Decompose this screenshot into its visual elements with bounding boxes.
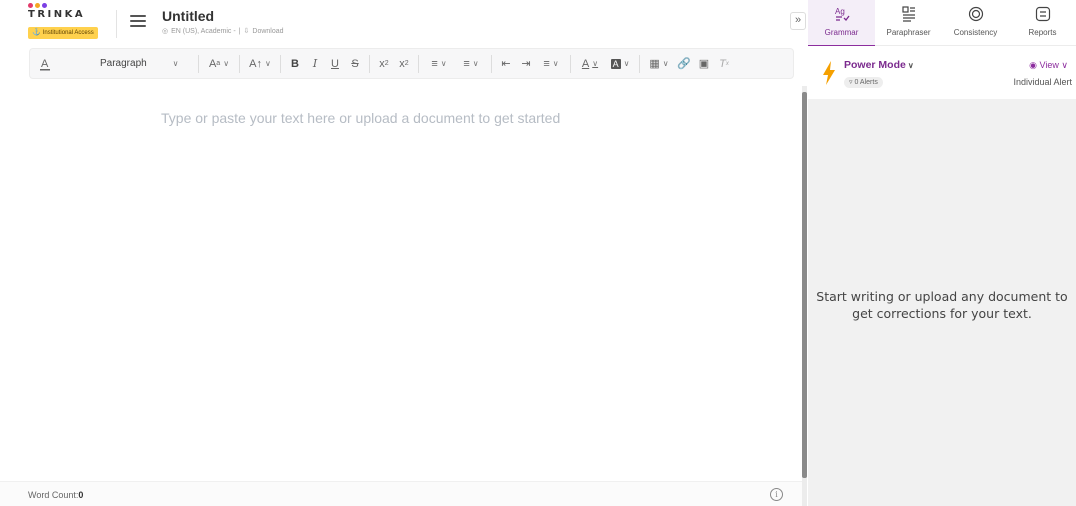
numbered-list-icon[interactable]: ≡ ∨ [455, 54, 487, 74]
right-panel: Ag Grammar Paraphraser Consistency Repor… [808, 0, 1076, 506]
view-chevron-down-icon: ∨ [1061, 60, 1068, 70]
document-meta: ◎ EN (US), Academic - | ⇩ Download [162, 27, 284, 36]
alerts-count: 0 Alerts [854, 79, 878, 86]
reports-icon [1035, 6, 1050, 22]
tab-reports-label: Reports [1028, 28, 1057, 37]
document-title[interactable]: Untitled [162, 8, 214, 24]
editor-scrollbar-thumb[interactable] [802, 92, 807, 478]
institutional-access-badge: ⚓ Institutional Access [28, 27, 98, 39]
meta-separator: | [238, 27, 241, 35]
consistency-icon [968, 6, 983, 22]
tab-consistency-label: Consistency [953, 28, 998, 37]
language-style-selector[interactable]: EN (US), Academic - [171, 28, 236, 35]
institutional-access-label: Institutional Access [42, 30, 94, 36]
svg-text:Ag: Ag [835, 7, 845, 16]
download-icon: ⇩ [243, 28, 250, 35]
logo-dots [28, 3, 108, 8]
tab-reports[interactable]: Reports [1009, 0, 1076, 46]
strikethrough-icon[interactable]: S [345, 54, 365, 74]
individual-alert-label: Individual Alert [1013, 77, 1072, 87]
chevron-down-icon: ∨ [907, 61, 914, 70]
alerts-filter-badge[interactable]: ▿ 0 Alerts [844, 77, 883, 88]
subscript-icon[interactable]: x2 [374, 54, 394, 74]
mode-bar: Power Mode ∨ ▿ 0 Alerts ◉ View ∨ Individu… [808, 46, 1076, 99]
tab-consistency[interactable]: Consistency [942, 0, 1009, 46]
text-color-icon[interactable]: A ∨ [575, 54, 605, 74]
link-icon[interactable]: 🔗 [674, 54, 694, 74]
filter-icon: ▿ [849, 79, 853, 86]
hamburger-menu-icon[interactable] [130, 15, 146, 27]
superscript-icon[interactable]: x2 [394, 54, 414, 74]
text-style-icon[interactable]: Aa ∨ [203, 54, 235, 74]
eye-icon: ◉ [1029, 60, 1038, 70]
tab-paraphraser-label: Paraphraser [886, 28, 931, 37]
word-count-label: Word Count: [28, 490, 79, 500]
bold-icon[interactable]: B [285, 54, 305, 74]
trinka-app: TRINKA ⚓ Institutional Access Untitled ◎… [0, 0, 1076, 506]
editor-placeholder: Type or paste your text here or upload a… [161, 110, 561, 126]
info-icon[interactable]: i [770, 488, 783, 501]
align-icon[interactable]: ≡ ∨ [536, 54, 566, 74]
paragraph-chevron-down-icon[interactable]: ∨ [154, 54, 194, 74]
power-mode-label: Power Mode [844, 59, 906, 71]
paraphraser-icon [901, 6, 915, 22]
editor-area[interactable]: Type or paste your text here or upload a… [0, 86, 802, 481]
font-size-icon[interactable]: A↑ ∨ [244, 54, 276, 74]
grammar-icon: Ag [835, 7, 850, 21]
view-label: View [1039, 60, 1059, 70]
download-link[interactable]: Download [252, 28, 283, 35]
editor-header: TRINKA ⚓ Institutional Access Untitled ◎… [0, 0, 810, 46]
font-color-icon[interactable]: A [30, 54, 60, 74]
table-icon[interactable]: ▦ ∨ [644, 54, 674, 74]
increase-indent-icon[interactable]: ⇥ [516, 54, 536, 74]
trinka-logo[interactable]: TRINKA [28, 3, 108, 20]
logo-text: TRINKA [28, 9, 86, 20]
view-dropdown[interactable]: ◉ View ∨ [1029, 60, 1068, 71]
collapse-panel-button[interactable]: » [790, 12, 806, 30]
paragraph-style-label: Paragraph [100, 58, 147, 69]
bulleted-list-icon[interactable]: ≡ ∨ [423, 54, 455, 74]
paragraph-style-dropdown[interactable]: Paragraph [60, 54, 154, 74]
word-count-value: 0 [78, 490, 84, 500]
decrease-indent-icon[interactable]: ⇤ [496, 54, 516, 74]
bank-icon: ⚓ [32, 29, 41, 36]
image-icon[interactable]: ▣ [694, 54, 714, 74]
tab-grammar[interactable]: Ag Grammar [808, 0, 875, 47]
header-divider [116, 10, 117, 38]
empty-state-message: Start writing or upload any document to … [816, 289, 1068, 321]
highlight-color-icon[interactable]: A ∨ [605, 54, 635, 74]
lightning-bolt-icon [823, 61, 835, 85]
underline-icon[interactable]: U [325, 54, 345, 74]
formatting-toolbar: A Paragraph ∨ Aa ∨ A↑ ∨ B I U S x2 x2 ≡ ∨ ≡… [29, 48, 794, 79]
word-count: Word Count:0 [28, 490, 83, 500]
panel-tabs: Ag Grammar Paraphraser Consistency Repor… [808, 0, 1076, 47]
tab-grammar-label: Grammar [824, 28, 859, 37]
italic-icon[interactable]: I [305, 54, 325, 74]
tab-paraphraser[interactable]: Paraphraser [875, 0, 942, 46]
globe-icon: ◎ [162, 28, 169, 35]
clear-formatting-icon[interactable]: Tx [714, 54, 734, 74]
svg-text:A: A [41, 58, 49, 70]
editor-footer: Word Count:0 i [0, 481, 802, 506]
power-mode-dropdown[interactable]: Power Mode ∨ [844, 59, 914, 71]
